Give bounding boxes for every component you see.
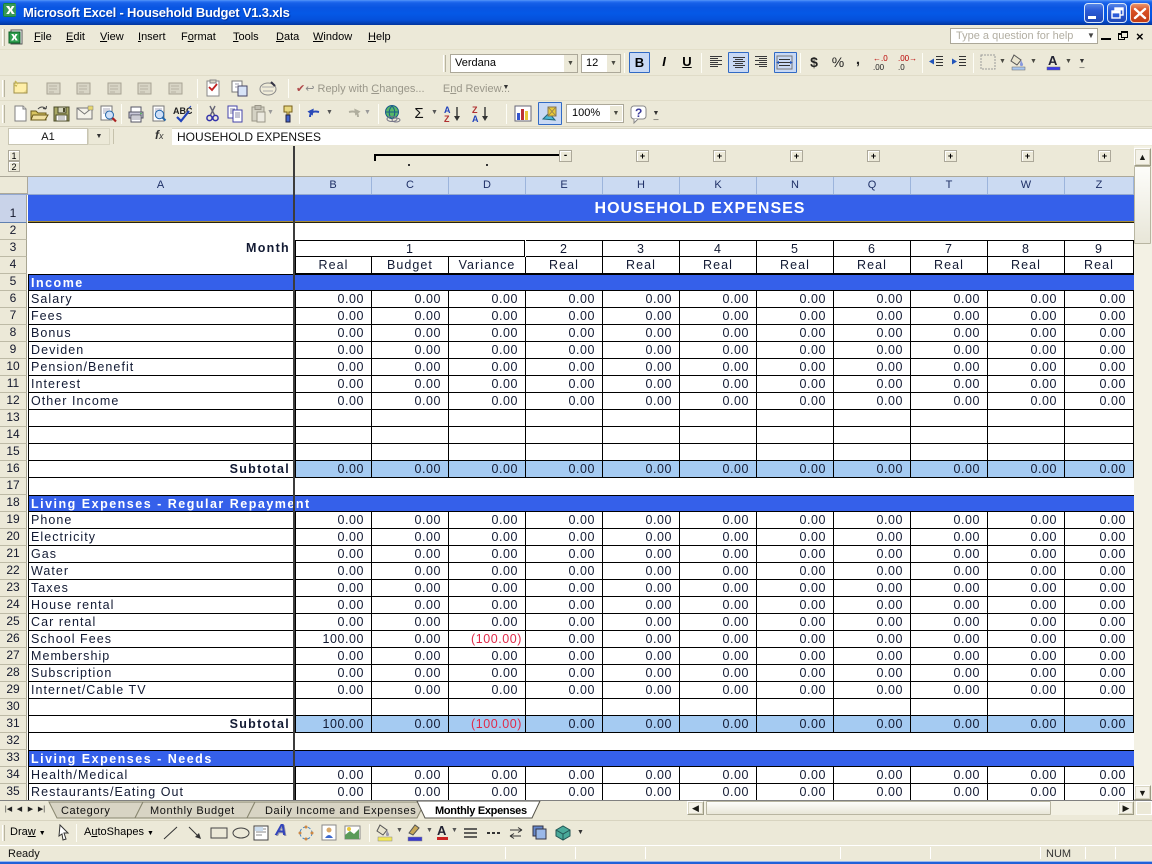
svg-text:Monthly Expenses: Monthly Expenses — [435, 805, 527, 817]
svg-text:Monthly Budget: Monthly Budget — [150, 805, 235, 817]
svg-text:A: A — [1048, 53, 1058, 68]
svg-text:?: ? — [635, 106, 642, 120]
svg-text:A: A — [472, 114, 479, 124]
svg-text:Daily Income and Expenses: Daily Income and Expenses — [265, 805, 416, 817]
svg-text:.00: .00 — [873, 63, 885, 72]
svg-text:←.0: ←.0 — [873, 54, 888, 63]
svg-text:.00→: .00→ — [898, 54, 917, 63]
svg-text:Category: Category — [61, 805, 110, 817]
svg-text:.0: .0 — [898, 63, 905, 72]
svg-text:Z: Z — [444, 114, 450, 124]
